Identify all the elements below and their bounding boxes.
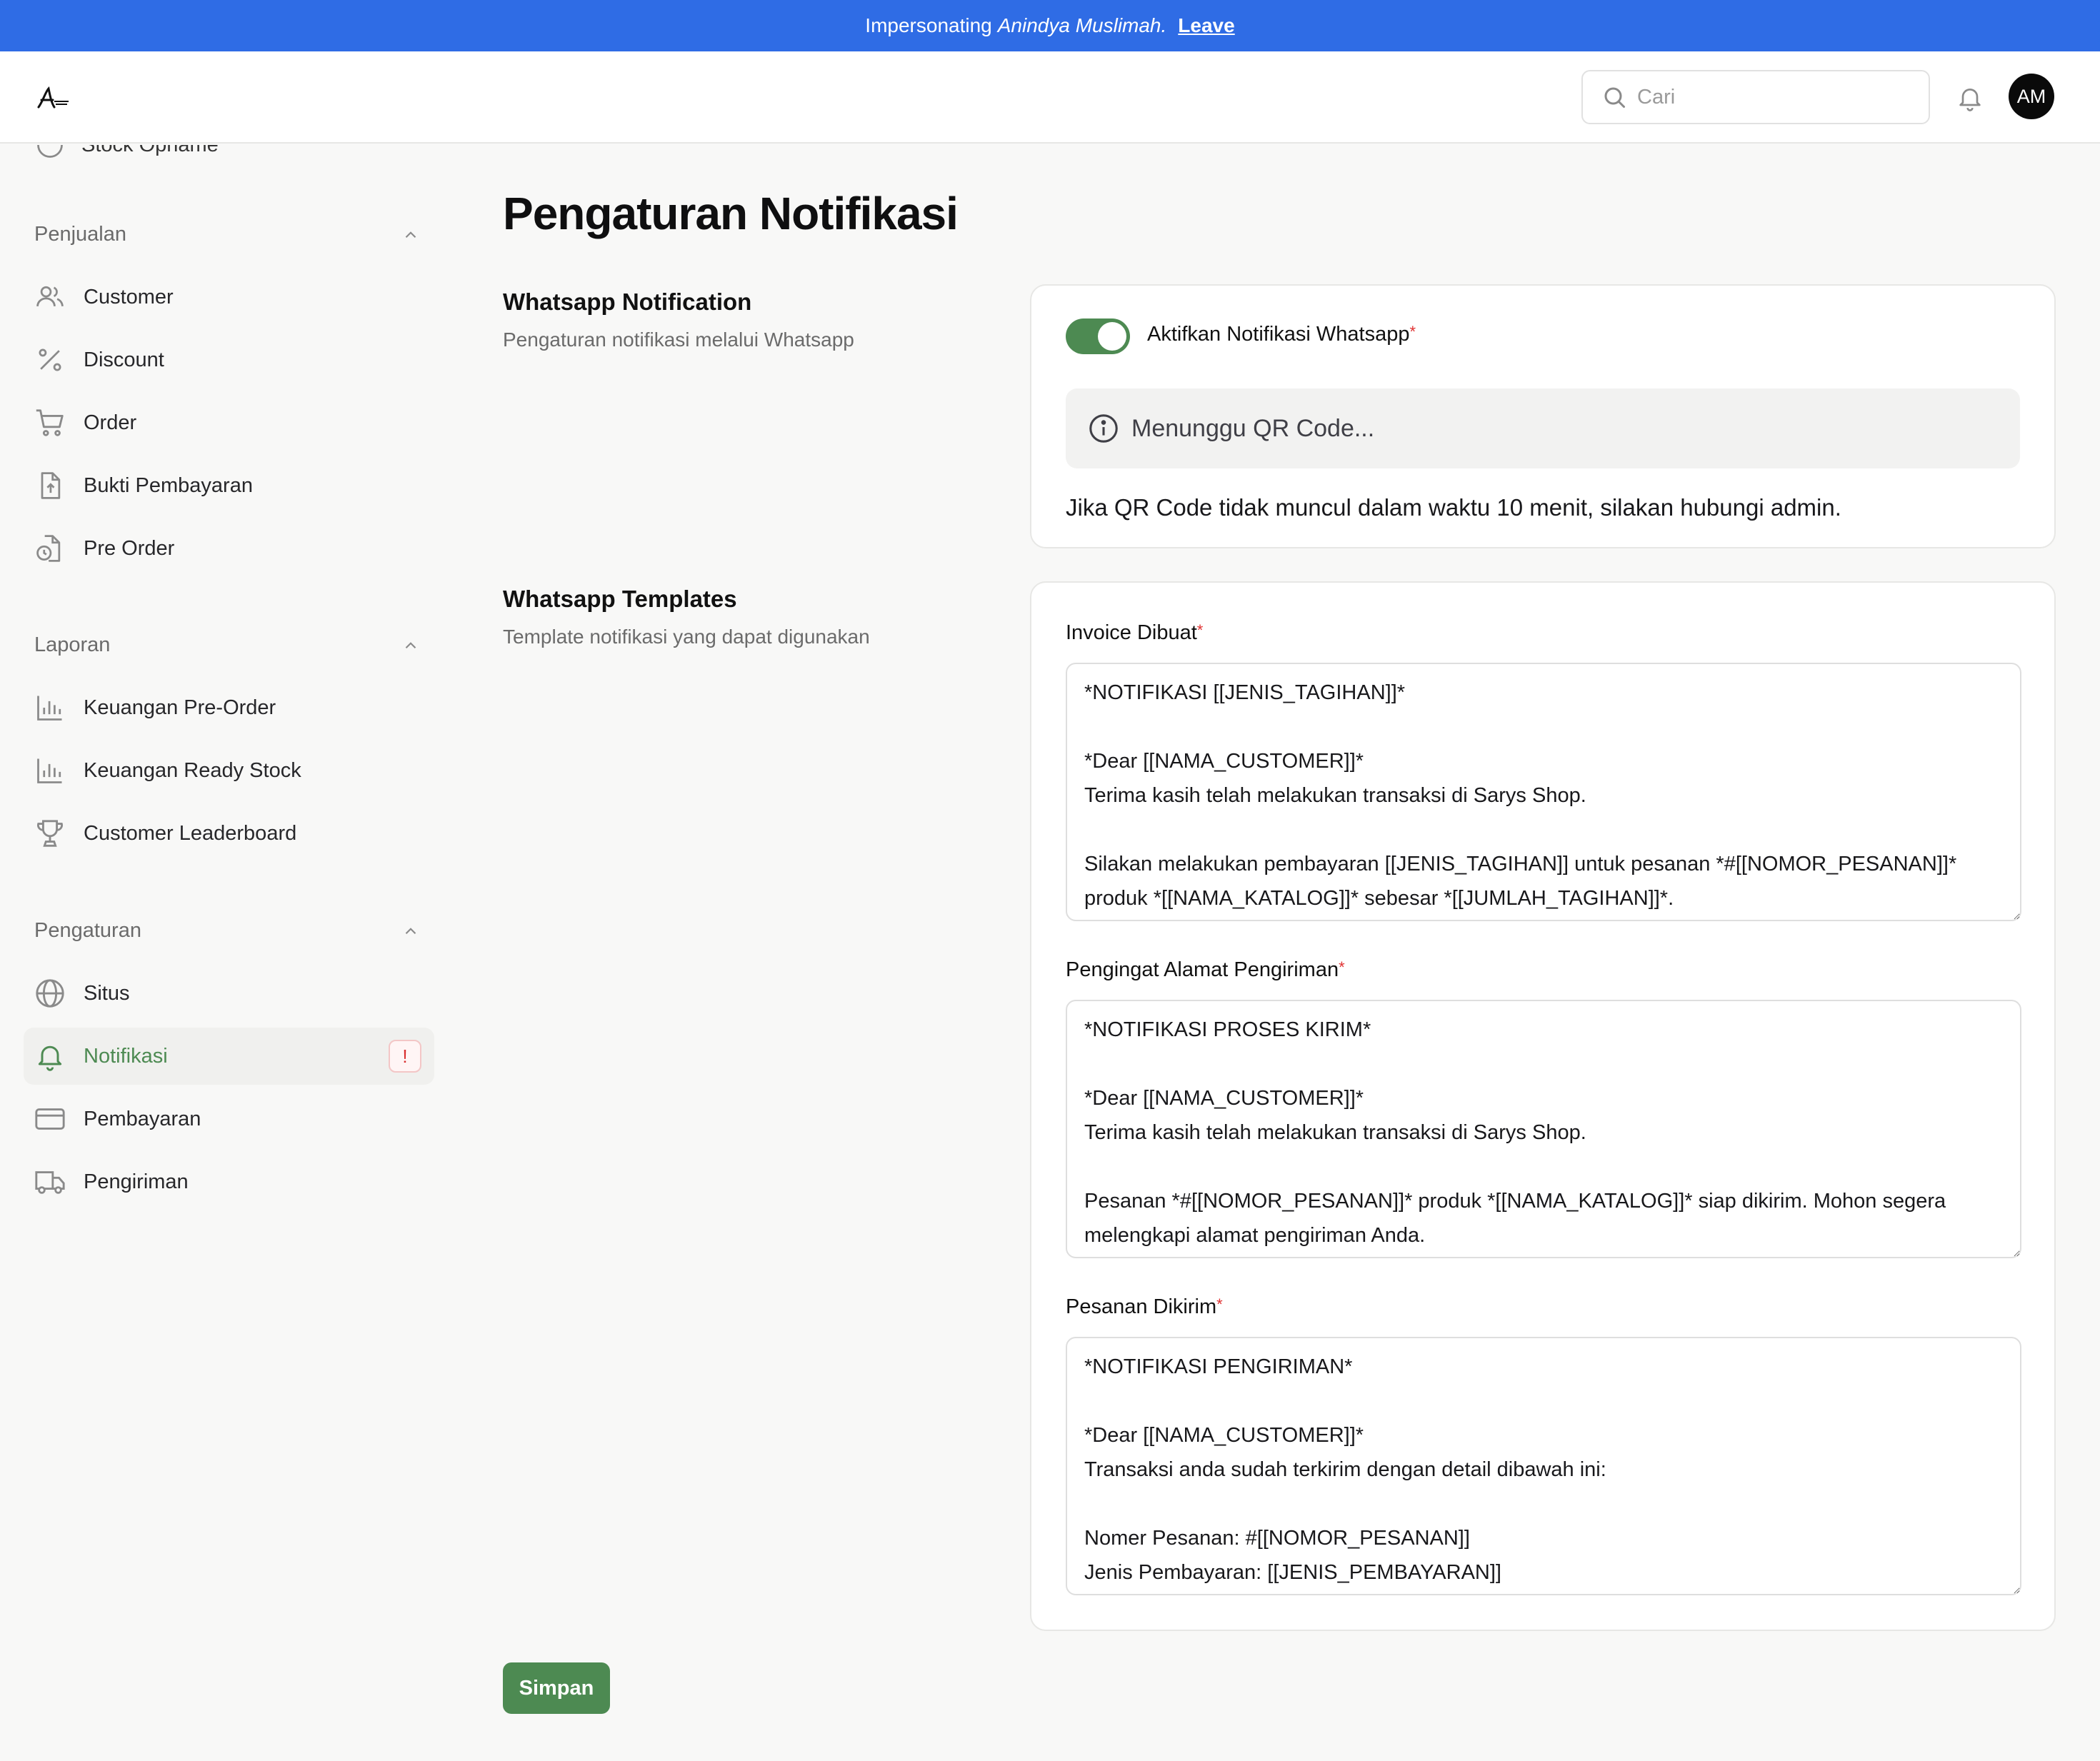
whatsapp-templates-card: Invoice Dibuat* *NOTIFIKASI [[JENIS_TAGI… [1030,581,2056,1631]
required-mark: * [1196,621,1204,639]
field-label-text: Pesanan Dikirim [1066,1295,1217,1318]
invoice-dibuat-label: Invoice Dibuat* [1066,621,1203,645]
sidebar-item-situs[interactable]: Situs [24,965,434,1022]
impersonation-banner: Impersonating Anindya Muslimah. Leave [0,0,2100,51]
qr-note: Jika QR Code tidak muncul dalam waktu 10… [1066,494,1841,521]
sidebar-item-customer-leaderboard[interactable]: Customer Leaderboard [24,805,434,862]
invoice-dibuat-textarea[interactable]: *NOTIFIKASI [[JENIS_TAGIHAN]]* *Dear [[N… [1066,663,2021,921]
truck-icon [35,1171,65,1194]
top-bar: AM [0,51,2100,144]
impersonated-user-name: Anindya Muslimah. [997,14,1167,36]
pesanan-dikirim-label: Pesanan Dikirim* [1066,1295,1223,1319]
sidebar-item-label: Pembayaran [84,1107,201,1130]
chevron-up-icon [405,927,416,934]
sidebar-group-title: Penjualan [34,223,126,246]
credit-card-icon [35,1108,65,1130]
search-box[interactable] [1581,70,1930,124]
pesanan-dikirim-textarea[interactable]: *NOTIFIKASI PENGIRIMAN* *Dear [[NAMA_CUS… [1066,1337,2021,1595]
sidebar-item-discount[interactable]: Discount [24,331,434,388]
bar-chart-icon [37,696,62,721]
sidebar-item-keuangan-pre-order[interactable]: Keuangan Pre-Order [24,679,434,736]
sidebar-item-label: Keuangan Ready Stock [84,758,301,782]
toggle-knob [1098,322,1126,351]
search-input[interactable] [1637,85,1909,109]
file-upload-icon [41,472,61,499]
sidebar-item-pre-order[interactable]: Pre Order [24,520,434,577]
info-icon [1089,414,1118,443]
sidebar-item-label: Pre Order [84,536,175,560]
sidebar-item-pembayaran[interactable]: Pembayaran [24,1090,434,1148]
qr-status-text: Menunggu QR Code... [1131,414,1375,442]
trophy-icon [36,820,64,847]
toggle-label: Aktifkan Notifikasi Whatsapp* [1147,323,1416,346]
notifications-button[interactable] [1953,80,1987,116]
search-icon [1604,87,1625,108]
sidebar-item-label: Stock Opname [81,145,219,157]
user-avatar[interactable]: AM [2009,74,2054,119]
sidebar-item-label: Customer Leaderboard [84,821,297,845]
toggle-label-text: Aktifkan Notifikasi Whatsapp [1147,323,1410,346]
required-mark: * [1339,958,1345,976]
whatsapp-notification-description: Pengaturan notifikasi melalui Whatsapp [503,328,854,351]
qr-status-box: Menunggu QR Code... [1066,388,2020,468]
bar-chart-icon [37,758,62,783]
sidebar-item-label: Notifikasi [84,1044,168,1068]
whatsapp-notification-toggle[interactable] [1066,318,1130,354]
globe-icon [36,979,64,1008]
sidebar-item-pengiriman[interactable]: Pengiriman [24,1153,434,1210]
users-icon [36,286,64,307]
whatsapp-notification-card: Aktifkan Notifikasi Whatsapp* Menunggu Q… [1030,284,2056,548]
chevron-up-icon [405,641,416,648]
page-title: Pengaturan Notifikasi [503,188,959,239]
sidebar-item-label: Pengiriman [84,1170,189,1193]
sidebar-group-penjualan[interactable]: Penjualan [34,223,420,246]
sidebar-item-label: Keuangan Pre-Order [84,696,276,719]
save-button[interactable]: Simpan [503,1662,610,1714]
bell-icon [1959,89,1981,111]
sidebar-item-bukti-pembayaran[interactable]: Bukti Pembayaran [24,457,434,514]
required-mark: * [1409,323,1416,341]
stock-opname-icon [37,145,63,158]
bell-icon [38,1045,62,1071]
field-label-text: Invoice Dibuat [1066,621,1197,644]
sidebar: Stock Opname Penjualan Customer Discount… [0,145,457,1761]
sidebar-group-title: Laporan [34,633,111,656]
field-label-text: Pengingat Alamat Pengiriman [1066,958,1339,981]
sidebar-item-label: Bukti Pembayaran [84,473,253,497]
sidebar-item-stock-opname[interactable]: Stock Opname [34,145,219,161]
sidebar-item-label: Situs [84,981,130,1005]
sidebar-group-laporan[interactable]: Laporan [34,633,420,657]
sidebar-item-label: Customer [84,285,174,308]
sidebar-item-notifikasi[interactable]: Notifikasi ! [24,1028,434,1085]
banner-prefix: Impersonating [865,14,992,36]
pengingat-alamat-label: Pengingat Alamat Pengiriman* [1066,958,1345,982]
required-mark: * [1216,1295,1223,1313]
sidebar-group-title: Pengaturan [34,919,141,942]
percent-icon [39,348,61,371]
sidebar-item-label: Order [84,411,137,434]
file-clock-icon [36,535,61,562]
sidebar-item-keuangan-ready-stock[interactable]: Keuangan Ready Stock [24,742,434,799]
chevron-up-icon [405,231,416,238]
sidebar-item-customer[interactable]: Customer [24,269,434,326]
pengingat-alamat-textarea[interactable]: *NOTIFIKASI PROSES KIRIM* *Dear [[NAMA_C… [1066,1000,2021,1258]
whatsapp-notification-title: Whatsapp Notification [503,289,752,315]
leave-impersonation-link[interactable]: Leave [1178,14,1234,37]
whatsapp-templates-description: Template notifikasi yang dapat digunakan [503,626,870,648]
alert-badge: ! [389,1040,421,1073]
cart-icon [36,409,64,436]
sidebar-group-pengaturan[interactable]: Pengaturan [34,919,420,943]
brand-logo[interactable] [36,86,71,110]
sidebar-item-order[interactable]: Order [24,394,434,451]
sidebar-item-label: Discount [84,348,164,371]
whatsapp-templates-title: Whatsapp Templates [503,586,737,612]
